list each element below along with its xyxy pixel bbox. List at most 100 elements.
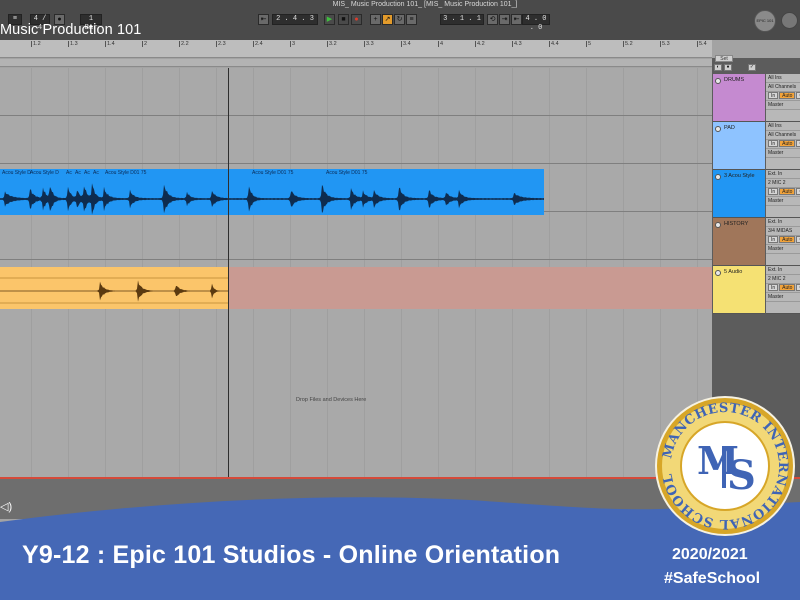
output-select[interactable]: Master — [766, 149, 800, 158]
stop-icon[interactable]: ■ — [338, 14, 349, 25]
song-position-field[interactable]: 2 . 4 . 3 — [272, 14, 318, 25]
ruler-tick: 1.2 — [31, 41, 41, 47]
track-name-label: HISTORY — [724, 221, 749, 227]
monitor-row: InAutoOff — [766, 140, 800, 149]
arrangement-view[interactable]: Acou Style D Acou Style D Ac Ac Ac Ac Acou Sty… — [0, 68, 712, 498]
output-select[interactable]: Master — [766, 245, 800, 254]
monitor-off-button[interactable]: Off — [796, 140, 800, 147]
input-channel-select[interactable]: 3/4 MIDAS — [766, 227, 800, 236]
ruler-tick: 3.3 — [364, 41, 374, 47]
ruler-tick: 4 — [437, 41, 444, 47]
input-type-select[interactable]: Ext. In — [766, 170, 800, 179]
ruler-tick: 4.2 — [475, 41, 485, 47]
record-icon[interactable]: ● — [351, 14, 362, 25]
track-name-label: 5 Audio — [724, 269, 743, 275]
clip-label: Ac — [75, 170, 81, 176]
track-header[interactable]: 3 Acou Style — [713, 170, 765, 218]
clip-label: Acou Style D — [30, 170, 59, 176]
input-type-select[interactable]: All Ins — [766, 122, 800, 131]
io-toggle-icon[interactable]: ✓ — [748, 64, 756, 71]
input-channel-select[interactable]: All Channels — [766, 83, 800, 92]
loop-switch-icon[interactable]: ⟲ — [487, 14, 498, 25]
track-lane-drums[interactable] — [0, 68, 712, 116]
track-header[interactable]: HISTORY — [713, 218, 765, 266]
track-name[interactable]: HISTORY — [715, 221, 748, 227]
output-select[interactable]: Master — [766, 293, 800, 302]
empty-record-region[interactable] — [229, 267, 712, 309]
track-name[interactable]: 5 Audio — [715, 269, 742, 275]
track-header[interactable]: 5 Audio — [713, 266, 765, 314]
loop-length-field[interactable]: 4 . 0 . 0 — [522, 14, 550, 32]
ruler-tick: 2.3 — [216, 41, 226, 47]
monitor-in-button[interactable]: In — [768, 236, 779, 243]
school-year: 2020/2021 — [672, 546, 748, 563]
monitor-auto-button[interactable]: Auto — [779, 284, 796, 291]
track-name[interactable]: 3 Acou Style — [715, 173, 755, 179]
monitor-in-button[interactable]: In — [768, 188, 779, 195]
track-lane-pad[interactable] — [0, 116, 712, 164]
input-channel-select[interactable]: 2 MIC 2 — [766, 275, 800, 284]
track-name[interactable]: DRUMS — [715, 77, 744, 83]
options-button[interactable] — [781, 12, 798, 29]
monitor-auto-button[interactable]: Auto — [779, 92, 796, 99]
input-channel-select[interactable]: All Channels — [766, 131, 800, 140]
clip-label: Acou Style D01 75 — [326, 170, 368, 176]
track-lane-audio[interactable] — [0, 260, 712, 309]
screenshot-stage: MIS_ Music Production 101_ [MIS_ Music P… — [0, 0, 800, 600]
track-lane-acou-style[interactable]: Acou Style D Acou Style D Ac Ac Ac Ac Acou Sty… — [0, 164, 712, 215]
playhead-line — [228, 68, 229, 498]
ruler-tick: 1.3 — [68, 41, 78, 47]
monitor-auto-button[interactable]: Auto — [779, 188, 796, 195]
loop-start-field[interactable]: 3 . 1 . 1 — [440, 14, 484, 25]
monitor-auto-button[interactable]: Auto — [779, 236, 796, 243]
automation-arm-icon[interactable]: ↗ — [382, 14, 393, 25]
monitor-off-button[interactable]: Off — [796, 92, 800, 99]
track-name[interactable]: PAD — [715, 125, 735, 131]
ruler-tick: 3 — [289, 41, 296, 47]
drop-zone[interactable] — [0, 308, 712, 498]
clip-label: Acou Style D — [2, 170, 31, 176]
fold-icon[interactable]: ◐ — [714, 64, 722, 71]
input-type-select[interactable]: All Ins — [766, 74, 800, 83]
ruler-tick: 5.3 — [660, 41, 670, 47]
header-toolbar: ◐●✓■ — [714, 64, 766, 89]
audio-clip-recorded[interactable] — [0, 267, 228, 309]
output-select[interactable]: Master — [766, 197, 800, 206]
punch-in-icon[interactable]: ⇥ — [499, 14, 510, 25]
user-avatar: EPIC 101 — [754, 10, 776, 32]
track-header[interactable]: DRUMS — [713, 74, 765, 122]
monitor-off-button[interactable]: Off — [796, 284, 800, 291]
ruler-tick: 2.2 — [179, 41, 189, 47]
beat-time-ruler[interactable]: 1.2 1.3 1.4 2 2.2 2.3 2.4 3 3.2 3.3 3.4 4 4.2 4.3 4.4 5… — [0, 40, 712, 58]
track-header[interactable]: PAD — [713, 122, 765, 170]
follow-button[interactable]: ⇤ — [258, 14, 269, 25]
input-type-select[interactable]: Ext. In — [766, 218, 800, 227]
monitor-in-button[interactable]: In — [768, 140, 779, 147]
input-type-select[interactable]: Ext. In — [766, 266, 800, 275]
set-tab[interactable]: Set — [715, 55, 733, 62]
clip-label: Ac — [93, 170, 99, 176]
output-select[interactable]: Master — [766, 101, 800, 110]
in-out-icon[interactable]: ● — [724, 64, 732, 71]
monitor-off-button[interactable]: Off — [796, 188, 800, 195]
input-channel-select[interactable]: 2 MIC 2 — [766, 179, 800, 188]
capture-midi-icon[interactable]: ≡ — [406, 14, 417, 25]
track-name-label: 3 Acou Style — [724, 173, 755, 179]
transport-toolbar: MIS_ Music Production 101_ [MIS_ Music P… — [0, 0, 800, 40]
clip-label: Acou Style D01 75 — [252, 170, 294, 176]
track-lane-history[interactable] — [0, 212, 712, 260]
track-io-section: Ext. In2 MIC 2InAutoOff Master — [766, 266, 800, 314]
school-seal-logo: MANCHESTER INTERNATIONAL SCHOOL M S — [655, 396, 795, 536]
track-io-section: All InsAll ChannelsInAutoOff Master — [766, 74, 800, 122]
ruler-tick: 2.4 — [253, 41, 263, 47]
monitor-in-button[interactable]: In — [768, 92, 779, 99]
loop-brace-bar[interactable] — [0, 59, 712, 67]
punch-out-icon[interactable]: ⇤ — [511, 14, 522, 25]
automation-reenable-icon[interactable]: ↻ — [394, 14, 405, 25]
monitor-in-button[interactable]: In — [768, 284, 779, 291]
track-io-section: All InsAll ChannelsInAutoOffMaster — [766, 122, 800, 170]
monitor-auto-button[interactable]: Auto — [779, 140, 796, 147]
monitor-off-button[interactable]: Off — [796, 236, 800, 243]
play-icon[interactable]: ▶ — [324, 14, 335, 25]
overdub-icon[interactable]: + — [370, 14, 381, 25]
